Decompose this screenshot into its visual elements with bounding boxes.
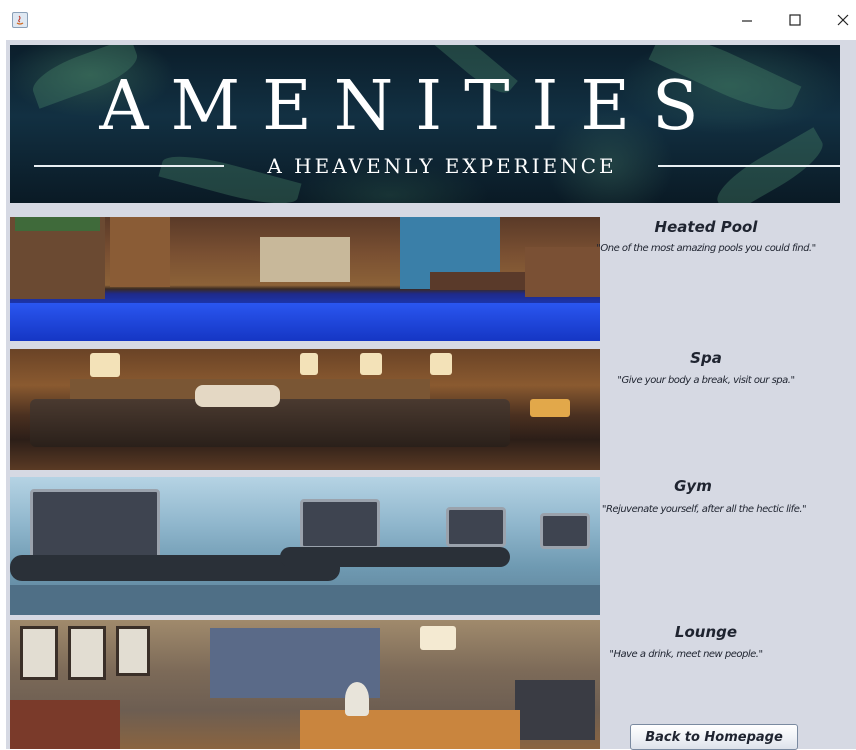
wall-art (68, 626, 106, 680)
maximize-icon (788, 12, 802, 31)
title-bar (0, 0, 856, 40)
amenity-title-gym: Gym (674, 477, 712, 495)
divider-line (658, 165, 840, 167)
banner-title: AMENITIES (99, 67, 721, 146)
amenity-title-spa: Spa (690, 349, 722, 367)
amenities-banner: AMENITIES A HEAVENLY EXPERIENCE (10, 45, 840, 203)
treadmill-console (540, 513, 590, 549)
plants (15, 217, 100, 231)
treadmill-console (300, 499, 380, 549)
spa-photo (10, 349, 600, 470)
rolled-towels (195, 385, 280, 407)
minimize-icon (740, 12, 754, 31)
amenity-title-lounge: Lounge (674, 623, 738, 641)
banner-subtitle: A HEAVENLY EXPERIENCE (267, 154, 617, 178)
amenities-panel: AMENITIES A HEAVENLY EXPERIENCE Heated P… (6, 40, 856, 750)
back-to-homepage-button[interactable]: Back to Homepage (630, 724, 798, 750)
wooden-table (300, 710, 520, 749)
candle (300, 353, 318, 375)
lounge-photo (10, 620, 600, 749)
gym-photo (10, 477, 600, 615)
lamp (420, 626, 456, 650)
candle (90, 353, 120, 377)
wood-wall (110, 217, 170, 287)
close-button[interactable] (828, 8, 856, 34)
divider-line (34, 165, 224, 167)
heated-pool-photo (10, 217, 600, 341)
candle (360, 353, 382, 375)
candle-light (530, 399, 570, 417)
wall-art (20, 626, 58, 680)
amenity-desc-spa: "Give your body a break, visit our spa." (617, 375, 795, 386)
java-app-icon (12, 12, 28, 28)
maximize-button[interactable] (780, 8, 810, 34)
lounge-chair (10, 700, 120, 749)
pool-water (10, 303, 600, 341)
amenity-desc-lounge: "Have a drink, meet new people." (609, 649, 763, 660)
treadmill-console (446, 507, 506, 547)
amenity-title-heated-pool: Heated Pool (654, 218, 758, 236)
treadmill-console (30, 489, 160, 559)
treadmill-handlebar (280, 547, 510, 567)
banner-subtitle-row: A HEAVENLY EXPERIENCE (10, 151, 840, 181)
amenity-desc-heated-pool: "One of the most amazing pools you could… (596, 243, 816, 254)
back-wall (260, 237, 350, 282)
amenity-desc-gym: "Rejuvenate yourself, after all the hect… (601, 504, 807, 515)
candle (430, 353, 452, 375)
flower-vase (345, 682, 369, 716)
gym-floor (10, 585, 600, 615)
wall-art (116, 626, 150, 676)
close-icon (836, 12, 850, 31)
armchair (515, 680, 595, 740)
minimize-button[interactable] (732, 8, 762, 34)
